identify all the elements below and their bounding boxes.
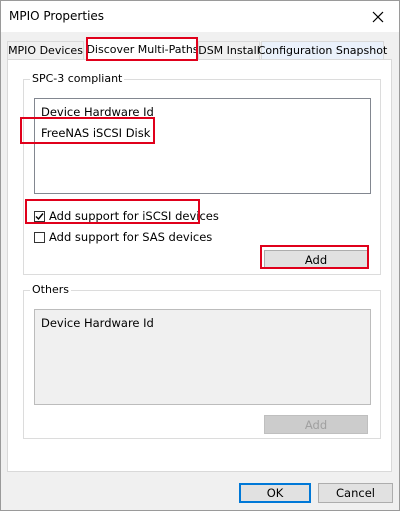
tab-strip: MPIO Devices Discover Multi-Paths DSM In… (1, 38, 399, 60)
sas-checkbox-label: Add support for SAS devices (49, 230, 213, 244)
sas-checkbox-box[interactable] (34, 231, 45, 243)
close-button[interactable] (357, 1, 399, 32)
spc3-group: SPC-3 compliant Device Hardware Id FreeN… (23, 72, 381, 275)
spc3-list-header: Device Hardware Id (41, 105, 154, 119)
spc3-add-button[interactable]: Add (264, 250, 368, 269)
title-bar: MPIO Properties (1, 1, 399, 32)
tab-discover-multi-paths[interactable]: Discover Multi-Paths (86, 38, 199, 60)
others-list-header: Device Hardware Id (41, 316, 154, 330)
others-add-button: Add (264, 415, 368, 434)
others-group-label: Others (30, 283, 71, 296)
others-device-list: Device Hardware Id (34, 309, 371, 405)
sas-support-checkbox[interactable]: Add support for SAS devices (34, 230, 212, 244)
tab-configuration-snapshot[interactable]: Configuration Snapshot (258, 41, 387, 59)
mpio-properties-dialog: MPIO Properties MPIO Devices Discover Mu… (0, 0, 400, 511)
spc3-group-label: SPC-3 compliant (30, 72, 125, 85)
iscsi-checkbox-label: Add support for iSCSI devices (49, 209, 219, 223)
tab-mpio-devices[interactable]: MPIO Devices (7, 41, 84, 59)
iscsi-support-checkbox[interactable]: Add support for iSCSI devices (34, 209, 219, 223)
tab-dsm-install[interactable]: DSM Install (198, 41, 260, 59)
checkmark-icon (35, 212, 44, 220)
close-icon (372, 11, 384, 22)
discover-multi-paths-panel: SPC-3 compliant Device Hardware Id FreeN… (7, 59, 392, 472)
ok-button[interactable]: OK (239, 483, 311, 503)
spc3-device-list[interactable]: Device Hardware Id FreeNAS iSCSI Disk (34, 98, 371, 194)
window-title: MPIO Properties (9, 9, 105, 23)
cancel-button[interactable]: Cancel (318, 483, 393, 503)
spc3-list-item-freenas[interactable]: FreeNAS iSCSI Disk (41, 126, 150, 140)
others-group: Others Device Hardware Id Add (23, 283, 381, 439)
iscsi-checkbox-box[interactable] (34, 210, 45, 222)
